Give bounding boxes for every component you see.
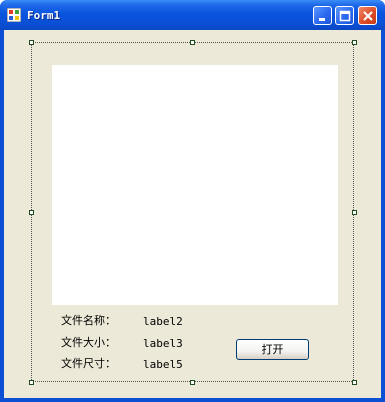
open-button[interactable]: 打开 <box>236 339 309 360</box>
maximize-button[interactable] <box>335 6 354 25</box>
minimize-icon <box>319 18 325 21</box>
resize-handle-top-left[interactable] <box>29 40 34 45</box>
file-size-value: label3 <box>143 337 183 350</box>
maximize-icon <box>339 10 351 22</box>
resize-handle-top[interactable] <box>190 40 195 45</box>
resize-handle-right[interactable] <box>352 210 357 215</box>
app-icon <box>7 8 21 22</box>
form-window: Form1 文件名称： label2 文件大小： label3 文件尺寸： la… <box>0 0 385 402</box>
resize-handle-bottom[interactable] <box>190 380 195 385</box>
close-icon <box>363 11 373 21</box>
file-dimensions-value: label5 <box>143 358 183 371</box>
minimize-button[interactable] <box>313 6 332 25</box>
resize-handle-bottom-left[interactable] <box>29 380 34 385</box>
form-client-area: 文件名称： label2 文件大小： label3 文件尺寸： label5 打… <box>4 30 381 398</box>
picture-box <box>52 65 338 305</box>
resize-handle-top-right[interactable] <box>352 40 357 45</box>
close-button[interactable] <box>358 6 377 25</box>
file-name-label: 文件名称： <box>61 314 116 327</box>
file-name-value: label2 <box>143 315 183 328</box>
resize-handle-left[interactable] <box>29 210 34 215</box>
file-dimensions-label: 文件尺寸： <box>61 357 116 370</box>
window-title: Form1 <box>27 9 61 22</box>
title-bar[interactable]: Form1 <box>0 0 385 30</box>
resize-handle-bottom-right[interactable] <box>352 380 357 385</box>
file-size-label: 文件大小： <box>61 336 116 349</box>
